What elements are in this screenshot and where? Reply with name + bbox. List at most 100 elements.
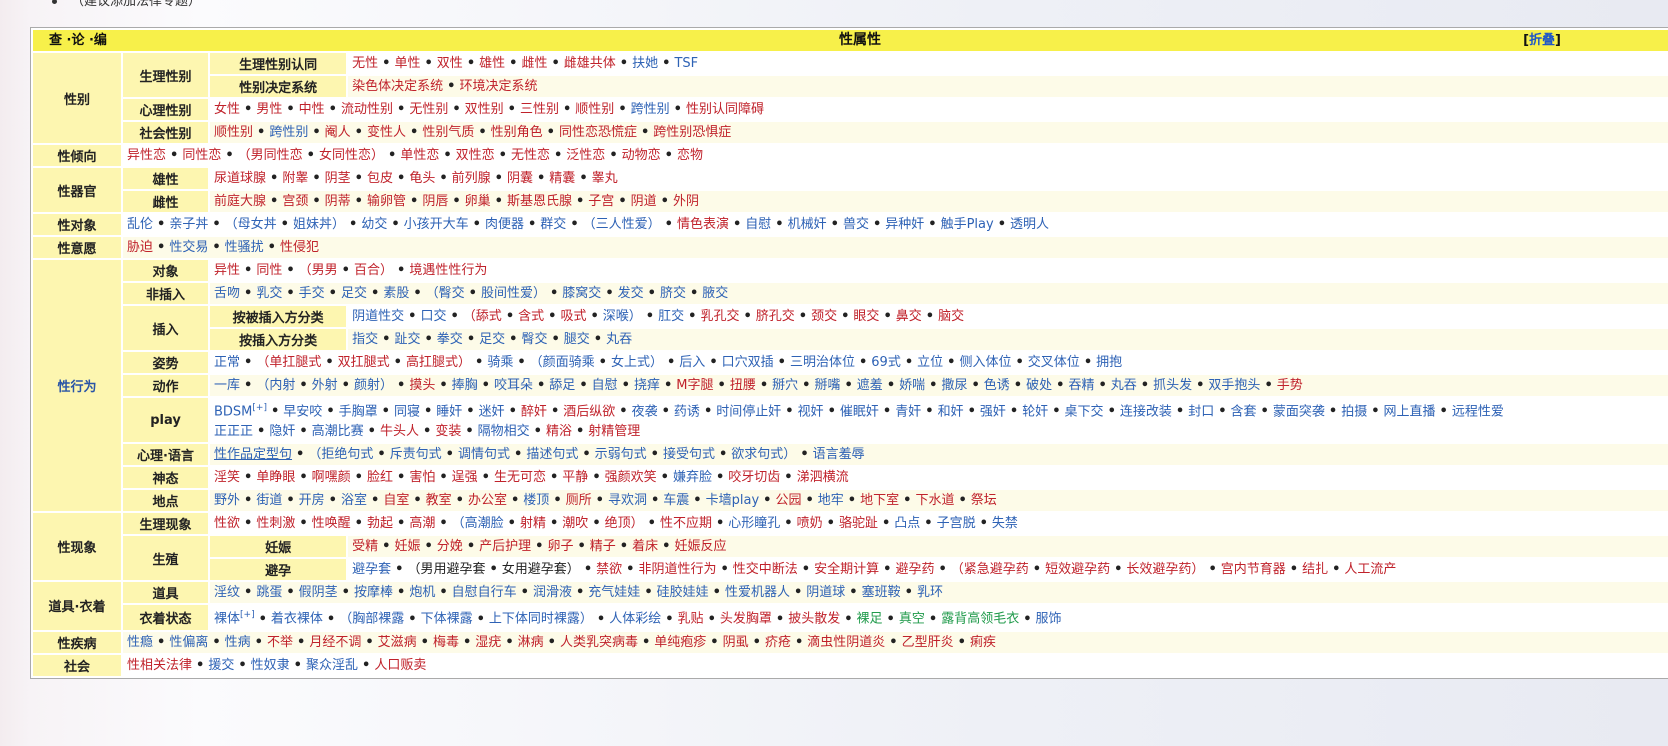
nav-link[interactable]: 滴虫性阴道炎 xyxy=(807,635,885,650)
nav-link[interactable]: 含式 xyxy=(518,309,544,324)
nav-link[interactable]: 避孕药 xyxy=(895,562,934,577)
nav-link[interactable]: 心形瞳孔 xyxy=(728,516,780,531)
nav-link[interactable]: （男同性恋 xyxy=(238,148,303,163)
nav-link[interactable]: 咬耳朵 xyxy=(494,378,533,393)
nav-link[interactable]: 流动性别 xyxy=(341,102,393,117)
nav-link[interactable]: 野外 xyxy=(214,493,240,508)
nav-link[interactable]: 夜袭 xyxy=(632,404,658,419)
nav-link[interactable]: 咬牙切齿 xyxy=(728,470,780,485)
nav-link[interactable]: 性爱机器人 xyxy=(725,585,790,600)
nav-link[interactable]: 中性 xyxy=(299,102,325,117)
expand-marker[interactable]: [+] xyxy=(240,610,255,620)
nav-link[interactable]: 地下室 xyxy=(860,493,899,508)
nav-link[interactable]: 子宫脱 xyxy=(937,516,976,531)
nav-link[interactable]: 跨性别恐惧症 xyxy=(653,125,731,140)
nav-link[interactable]: 隐奸 xyxy=(269,424,295,439)
nav-link[interactable]: 阴囊 xyxy=(507,171,533,186)
nav-link[interactable]: 卡墙play xyxy=(706,493,760,508)
nav-link[interactable]: 侧入体位 xyxy=(959,355,1011,370)
nav-link[interactable]: 网上直播 xyxy=(1384,404,1436,419)
nav-link[interactable]: 精囊 xyxy=(549,171,575,186)
nav-link[interactable]: 单纯疱疹 xyxy=(654,635,706,650)
nav-link[interactable]: 跳蛋 xyxy=(256,585,282,600)
nav-link[interactable]: 头发胸罩 xyxy=(720,612,772,627)
nav-link[interactable]: 口穴双插 xyxy=(722,355,774,370)
nav-link[interactable]: 足交 xyxy=(479,332,505,347)
nav-link[interactable]: 骆驼趾 xyxy=(839,516,878,531)
nav-link[interactable]: 境遇性性行为 xyxy=(409,263,487,278)
nav-link[interactable]: 啊嘿颜 xyxy=(312,470,351,485)
nav-link[interactable]: TSF xyxy=(674,56,698,71)
nav-link[interactable]: 高潮比赛 xyxy=(312,424,364,439)
nav-link[interactable]: 宫内节育器 xyxy=(1221,562,1286,577)
nav-link[interactable]: 遮羞 xyxy=(857,378,883,393)
nav-link[interactable]: 雌性 xyxy=(521,56,547,71)
nav-link[interactable]: 女同性恋） xyxy=(319,148,384,163)
nav-link[interactable]: 充气娃娃 xyxy=(588,585,640,600)
nav-link[interactable]: 寻欢洞 xyxy=(608,493,647,508)
nav-link[interactable]: 情色表演 xyxy=(677,217,729,232)
nav-link[interactable]: 迷奸 xyxy=(479,404,505,419)
nav-link[interactable]: 眼交 xyxy=(853,309,879,324)
nav-link[interactable]: 小孩开大车 xyxy=(404,217,469,232)
nav-link[interactable]: 颈交 xyxy=(811,309,837,324)
nav-link[interactable]: 勃起 xyxy=(367,516,393,531)
nav-link[interactable]: 抓头发 xyxy=(1153,378,1192,393)
nav-link[interactable]: 同性恋恐慌症 xyxy=(559,125,637,140)
nav-link[interactable]: 视奸 xyxy=(798,404,824,419)
nav-link[interactable]: 素股 xyxy=(383,286,409,301)
nav-link[interactable]: 性骚扰 xyxy=(225,240,264,255)
nav-link[interactable]: 淫纹 xyxy=(214,585,240,600)
nav-link[interactable]: 双扛腿式 xyxy=(338,355,390,370)
nav-link[interactable]: 按摩棒 xyxy=(354,585,393,600)
nav-link[interactable]: 时间停止奸 xyxy=(716,404,781,419)
nav-link[interactable]: 同寝 xyxy=(394,404,420,419)
nav-link[interactable]: 姐妹丼） xyxy=(293,217,345,232)
nav-link[interactable]: 舌吻 xyxy=(214,286,240,301)
nav-link[interactable]: 同性恋 xyxy=(182,148,221,163)
nav-link[interactable]: 露背高领毛衣 xyxy=(941,612,1019,627)
group-behavior[interactable]: 性行为 xyxy=(33,260,121,512)
nav-link[interactable]: 乳环 xyxy=(917,585,943,600)
nav-link[interactable]: 描述句式 xyxy=(526,447,578,462)
nav-link[interactable]: 拳交 xyxy=(437,332,463,347)
nav-link[interactable]: 人类乳突病毒 xyxy=(560,635,638,650)
nav-link[interactable]: 拥抱 xyxy=(1096,355,1122,370)
nav-link[interactable]: 变装 xyxy=(435,424,461,439)
nav-link[interactable]: 淫笑 xyxy=(214,470,240,485)
nav-link[interactable]: 精子 xyxy=(590,539,616,554)
nav-link[interactable]: 强奸 xyxy=(980,404,1006,419)
nav-link[interactable]: 睾丸 xyxy=(592,171,618,186)
nav-link[interactable]: 同性 xyxy=(256,263,282,278)
nav-link[interactable]: 涕泗横流 xyxy=(797,470,849,485)
nav-link[interactable]: 乳孔交 xyxy=(700,309,739,324)
nav-link[interactable]: 掰嘴 xyxy=(814,378,840,393)
nav-link[interactable]: 染色体决定系统 xyxy=(352,79,443,94)
nav-link[interactable]: 女用避孕套） xyxy=(502,562,580,577)
nav-link[interactable]: 援交 xyxy=(208,658,234,673)
nav-link[interactable]: 胁迫 xyxy=(127,240,153,255)
nav-link[interactable]: 后入 xyxy=(679,355,705,370)
nav-link[interactable]: 亲子丼 xyxy=(169,217,208,232)
nav-link[interactable]: （男用避孕套 xyxy=(407,562,485,577)
nav-link[interactable]: 股间性爱） xyxy=(481,286,546,301)
nav-link[interactable]: 异种奸 xyxy=(885,217,924,232)
nav-link[interactable]: 人口贩卖 xyxy=(374,658,426,673)
nav-link[interactable]: 自慰 xyxy=(745,217,771,232)
nav-link[interactable]: 安全期计算 xyxy=(814,562,879,577)
nav-link[interactable]: （男男 xyxy=(299,263,338,278)
nav-link[interactable]: 立位 xyxy=(917,355,943,370)
nav-link[interactable]: 害怕 xyxy=(409,470,435,485)
nav-link[interactable]: 阴唇 xyxy=(422,194,448,209)
nav-link[interactable]: 自慰自行车 xyxy=(452,585,517,600)
nav-link[interactable]: 轮奸 xyxy=(1022,404,1048,419)
nav-link[interactable]: 逞强 xyxy=(452,470,478,485)
nav-link[interactable]: 女上式） xyxy=(611,355,663,370)
nav-link[interactable]: 69式 xyxy=(871,355,901,370)
nav-link[interactable]: 封口 xyxy=(1188,404,1214,419)
nav-link[interactable]: 包皮 xyxy=(367,171,393,186)
nav-link[interactable]: （胸部裸露 xyxy=(339,612,404,627)
nav-link[interactable]: 丸吞 xyxy=(1111,378,1137,393)
nav-link[interactable]: 正常 xyxy=(214,355,240,370)
nav-link[interactable]: 含套 xyxy=(1231,404,1257,419)
